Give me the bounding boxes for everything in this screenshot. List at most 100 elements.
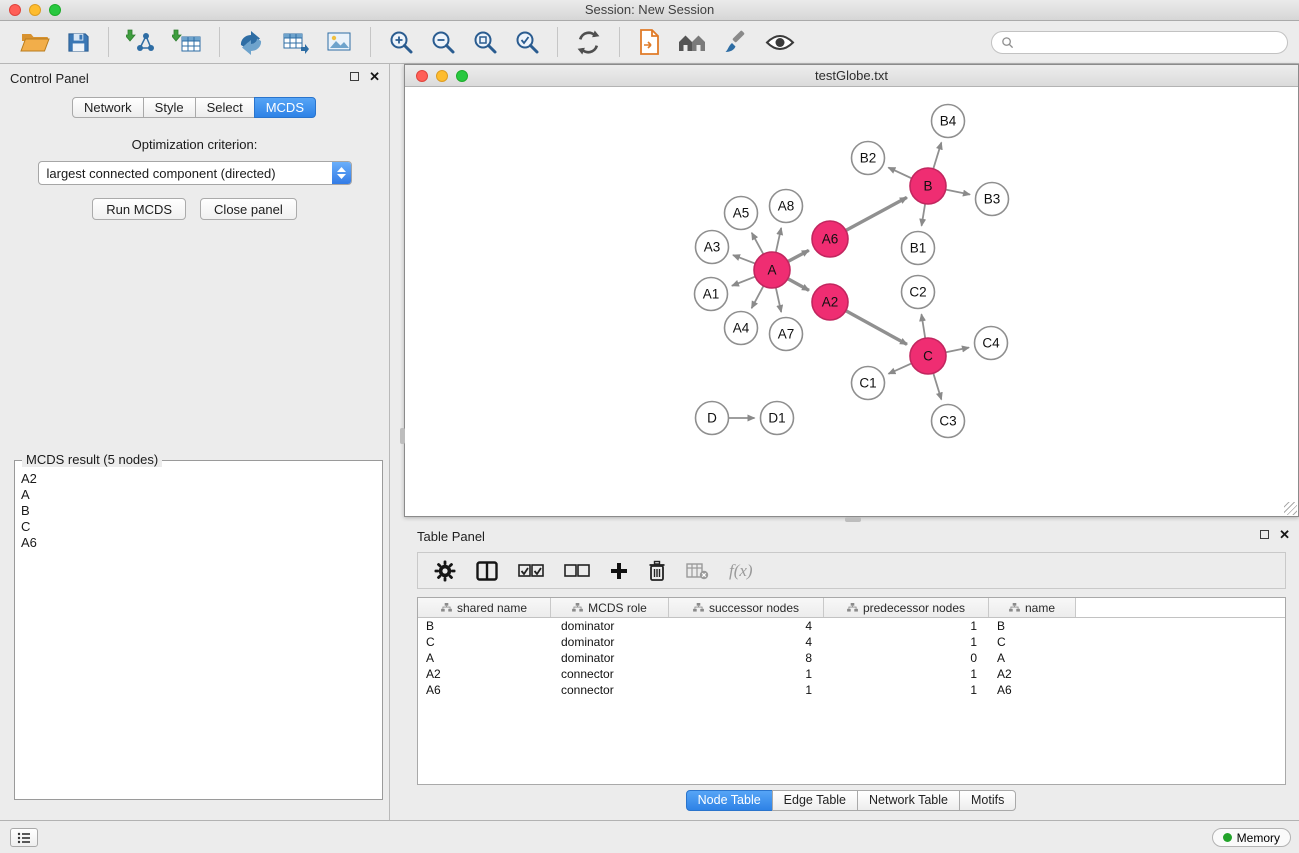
export-table-button[interactable] [277, 27, 313, 57]
show-graphics-button[interactable] [761, 30, 799, 55]
column-header-name[interactable]: name [989, 598, 1076, 617]
graph-node-C4[interactable]: C4 [975, 327, 1008, 360]
mcds-result-item[interactable]: A6 [21, 535, 382, 551]
table-row[interactable]: Cdominator41C [418, 634, 1285, 650]
tab-motifs[interactable]: Motifs [959, 790, 1016, 811]
export-image-button[interactable] [321, 27, 357, 57]
tab-network[interactable]: Network [72, 97, 144, 118]
network-zoom-button[interactable] [456, 70, 468, 82]
network-close-button[interactable] [416, 70, 428, 82]
tab-mcds[interactable]: MCDS [254, 97, 316, 118]
window-close-button[interactable] [9, 4, 21, 16]
style-brush-button[interactable] [719, 26, 753, 58]
table-row[interactable]: Adominator80A [418, 650, 1285, 666]
save-session-button[interactable] [62, 27, 95, 58]
float-panel-icon[interactable] [350, 72, 359, 81]
memory-button[interactable]: Memory [1212, 828, 1291, 847]
tab-style[interactable]: Style [143, 97, 196, 118]
close-panel-icon[interactable]: ✕ [1279, 529, 1290, 540]
column-type-icon [1009, 603, 1020, 612]
mcds-result-item[interactable]: A [21, 487, 382, 503]
select-all-button[interactable] [512, 562, 550, 580]
table-row[interactable]: A2connector11A2 [418, 666, 1285, 682]
network-overview-button[interactable] [673, 27, 711, 57]
zoom-fit-button[interactable] [468, 26, 502, 58]
network-canvas[interactable]: B4 B2 B B3 A5 A8 A6 B1 A3 A C2 A1 A2 A4 A7 C4 C C1 C3 D D1 [405, 87, 1298, 516]
table-settings-button[interactable] [428, 558, 462, 584]
tab-select[interactable]: Select [195, 97, 255, 118]
zoom-fit-icon [472, 29, 498, 55]
delete-table-button[interactable] [680, 560, 715, 582]
graph-node-C3[interactable]: C3 [932, 405, 965, 438]
graph-node-B[interactable]: B [910, 168, 946, 204]
zoom-out-button[interactable] [426, 26, 460, 58]
memory-label: Memory [1237, 831, 1280, 845]
graph-node-A[interactable]: A [754, 252, 790, 288]
graph-node-D1[interactable]: D1 [761, 402, 794, 435]
table-row[interactable]: Bdominator41B [418, 618, 1285, 634]
graph-node-A7[interactable]: A7 [770, 318, 803, 351]
zoom-selected-button[interactable] [510, 26, 544, 58]
column-header-successor-nodes[interactable]: successor nodes [669, 598, 824, 617]
add-column-button[interactable] [604, 560, 634, 582]
svg-text:C1: C1 [859, 376, 876, 391]
graph-node-A4[interactable]: A4 [725, 312, 758, 345]
graph-node-C[interactable]: C [910, 338, 946, 374]
function-builder-button[interactable]: f(x) [723, 559, 759, 583]
table-panel: Table Panel ✕ [404, 522, 1299, 820]
column-header-shared-name[interactable]: shared name [418, 598, 551, 617]
pane-splitter-handle[interactable] [400, 428, 405, 444]
deselect-all-button[interactable] [558, 562, 596, 580]
mcds-result-item[interactable]: C [21, 519, 382, 535]
import-network-button[interactable] [122, 26, 160, 58]
graph-node-B1[interactable]: B1 [902, 232, 935, 265]
run-mcds-button[interactable]: Run MCDS [92, 198, 186, 220]
show-columns-button[interactable] [470, 559, 504, 583]
network-graph[interactable]: B4 B2 B B3 A5 A8 A6 B1 A3 A C2 A1 A2 A4 A7 C4 C C1 C3 D D1 [405, 87, 1298, 516]
plus-icon [610, 562, 628, 580]
graph-node-A1[interactable]: A1 [695, 278, 728, 311]
window-minimize-button[interactable] [29, 4, 41, 16]
import-network-icon [126, 29, 156, 55]
tab-edge-table[interactable]: Edge Table [772, 790, 858, 811]
column-header-MCDS-role[interactable]: MCDS role [551, 598, 669, 617]
main-toolbar [0, 21, 1299, 64]
graph-node-A6[interactable]: A6 [812, 221, 848, 257]
window-resize-grip[interactable] [1284, 502, 1297, 515]
close-panel-icon[interactable]: ✕ [369, 71, 380, 82]
window-zoom-button[interactable] [49, 4, 61, 16]
search-input[interactable] [1019, 35, 1278, 50]
cytopanel-switch-button[interactable] [10, 828, 38, 847]
float-panel-icon[interactable] [1260, 530, 1269, 539]
open-session-button[interactable] [16, 27, 54, 57]
criterion-dropdown[interactable]: largest connected component (directed) [38, 161, 352, 185]
table-row[interactable]: A6connector11A6 [418, 682, 1285, 698]
tab-network-table[interactable]: Network Table [857, 790, 960, 811]
mcds-result-item[interactable]: A2 [21, 471, 382, 487]
open-document-button[interactable] [633, 25, 665, 59]
graph-node-D[interactable]: D [696, 402, 729, 435]
tab-node-table[interactable]: Node Table [686, 790, 773, 811]
network-window-titlebar[interactable]: testGlobe.txt [405, 65, 1298, 87]
graph-node-A8[interactable]: A8 [770, 190, 803, 223]
document-icon [637, 28, 661, 56]
refresh-view-button[interactable] [571, 26, 606, 59]
graph-node-C1[interactable]: C1 [852, 367, 885, 400]
graph-node-B4[interactable]: B4 [932, 105, 965, 138]
network-minimize-button[interactable] [436, 70, 448, 82]
svg-text:B: B [923, 179, 932, 194]
graph-node-B3[interactable]: B3 [976, 183, 1009, 216]
close-panel-button[interactable]: Close panel [200, 198, 297, 220]
graph-node-A2[interactable]: A2 [812, 284, 848, 320]
graph-node-A3[interactable]: A3 [696, 231, 729, 264]
delete-column-button[interactable] [642, 558, 672, 584]
mcds-result-item[interactable]: B [21, 503, 382, 519]
zoom-in-button[interactable] [384, 26, 418, 58]
graph-node-A5[interactable]: A5 [725, 197, 758, 230]
graph-node-C2[interactable]: C2 [902, 276, 935, 309]
optimization-criterion-label: Optimization criterion: [0, 137, 389, 152]
import-table-button[interactable] [168, 26, 206, 58]
clone-network-button[interactable] [233, 26, 269, 58]
graph-node-B2[interactable]: B2 [852, 142, 885, 175]
column-header-predecessor-nodes[interactable]: predecessor nodes [824, 598, 989, 617]
